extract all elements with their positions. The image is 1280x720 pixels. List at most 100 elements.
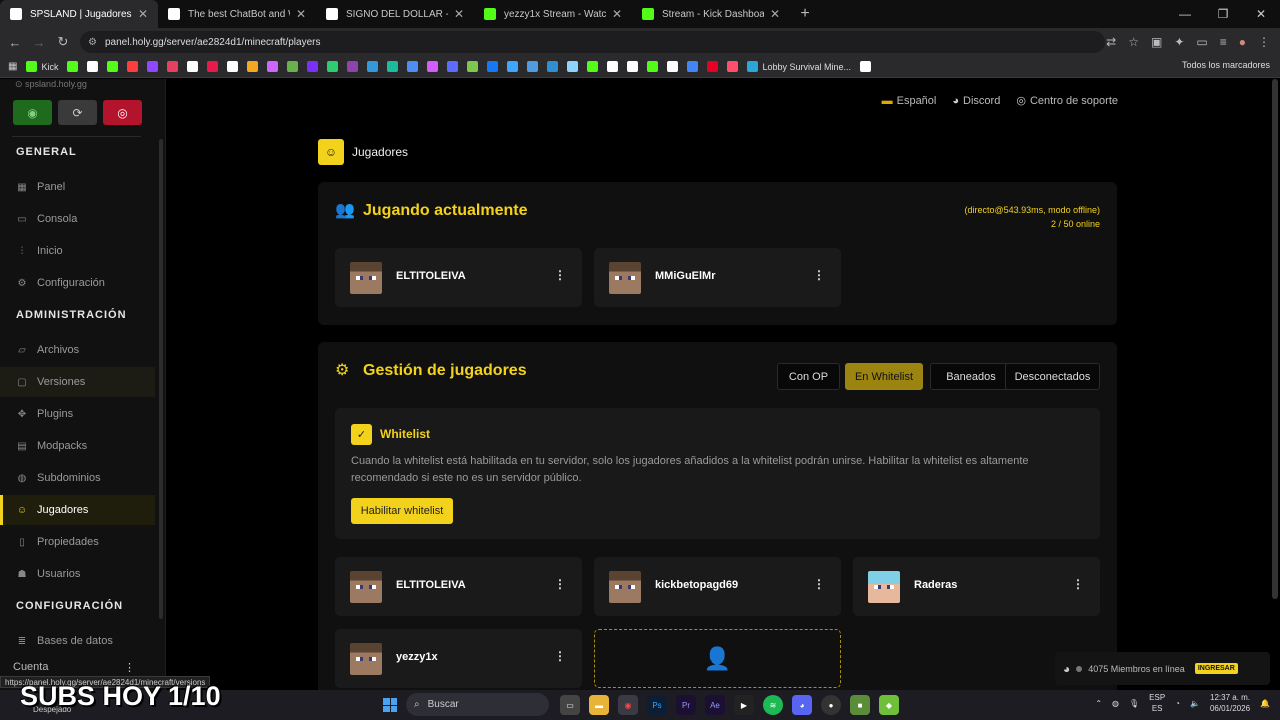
chevron-up-icon[interactable]: ⌃ <box>1095 699 1102 708</box>
microphone-icon[interactable]: 🎙 <box>1129 699 1139 708</box>
browser-tab[interactable]: Stream - Kick Dashboard ✕ <box>632 0 790 28</box>
bookmark-item[interactable] <box>547 61 559 72</box>
menu-icon[interactable]: ⋮ <box>1258 35 1270 49</box>
bookmark-item[interactable] <box>67 61 79 72</box>
bookmark-item[interactable] <box>347 61 359 72</box>
sidebar-item-archivos[interactable]: ▱ Archivos <box>0 335 155 365</box>
sidebar-item-subdominios[interactable]: ◍ Subdominios <box>0 463 155 493</box>
sidebar-item-bases-de-datos[interactable]: ≣ Bases de datos <box>0 626 155 656</box>
sidebar-item-propiedades[interactable]: ▯ Propiedades <box>0 527 155 557</box>
wifi-icon[interactable]: ◔ <box>1175 699 1180 708</box>
maximize-button[interactable]: ❐ <box>1204 0 1242 28</box>
close-icon[interactable]: ✕ <box>770 7 780 21</box>
filter-en-whitelist[interactable]: En Whitelist <box>845 363 923 390</box>
browser-tab[interactable]: yezzy1x Stream - Watch Live o ✕ <box>474 0 632 28</box>
browser-tab[interactable]: SPSLAND | Jugadores ✕ <box>0 0 158 28</box>
bookmark-item[interactable] <box>387 61 399 72</box>
bookmark-item[interactable] <box>567 61 579 72</box>
apps-grid-icon[interactable]: ▦ <box>8 61 17 72</box>
chrome-icon[interactable]: ◉ <box>618 695 638 715</box>
sidebar-item-modpacks[interactable]: ▤ Modpacks <box>0 431 155 461</box>
discord-link[interactable]: ◕ Discord <box>952 95 1000 107</box>
sidebar-scrollbar[interactable] <box>159 139 163 619</box>
bookmark-item[interactable] <box>107 61 119 72</box>
taskbar-search[interactable]: ⌕ Buscar <box>406 693 549 716</box>
sidepanel-icon[interactable]: ▭ <box>1196 35 1207 49</box>
sidebar-item-consola[interactable]: ▭ Consola <box>0 204 155 234</box>
kebab-icon[interactable]: ⋮ <box>124 661 135 674</box>
obs-icon[interactable]: ● <box>821 695 841 715</box>
forward-icon[interactable]: → <box>27 35 51 50</box>
bookmark-item[interactable] <box>167 61 179 72</box>
network-icon[interactable]: ◍ <box>1112 699 1119 708</box>
premiere-icon[interactable]: Pr <box>676 695 696 715</box>
spotify-icon[interactable]: ≋ <box>763 695 783 715</box>
url-bar[interactable]: ⚙ panel.holy.gg/server/ae2824d1/minecraf… <box>80 31 1105 53</box>
main-scrollbar[interactable] <box>1272 79 1278 599</box>
bookmark-item[interactable] <box>607 61 619 72</box>
star-icon[interactable]: ☆ <box>1128 35 1139 49</box>
add-player-button[interactable]: 👤 <box>594 629 841 688</box>
filter-desconectados[interactable]: Desconectados <box>1005 363 1100 390</box>
kebab-icon[interactable]: ⋮ <box>554 268 566 282</box>
player-card[interactable]: ELTITOLEIVA ⋮ <box>335 557 582 616</box>
stop-server-button[interactable]: ◎ <box>103 100 142 125</box>
reload-icon[interactable]: ↻ <box>51 34 75 50</box>
profile-avatar[interactable]: ● <box>1239 35 1246 49</box>
sidebar-item-usuarios[interactable]: ☗ Usuarios <box>0 559 155 589</box>
new-tab-button[interactable]: + <box>790 0 820 28</box>
bookmark-item[interactable]: Kick <box>26 61 58 72</box>
restart-server-button[interactable]: ⟳ <box>58 100 97 125</box>
close-window-button[interactable]: ✕ <box>1242 0 1280 28</box>
sidebar-item-panel[interactable]: ▦ Panel <box>0 172 155 202</box>
bookmark-item[interactable] <box>247 61 259 72</box>
player-card[interactable]: kickbetopagd69 ⋮ <box>594 557 841 616</box>
reading-list-icon[interactable]: ≡ <box>1220 35 1227 49</box>
clock[interactable]: 12:37 a. m. 06/01/2026 <box>1210 692 1250 714</box>
puzzle-icon[interactable]: ✦ <box>1174 35 1184 49</box>
close-icon[interactable]: ✕ <box>138 7 148 21</box>
notification-bell-icon[interactable]: 🔔 <box>1260 699 1270 708</box>
bookmark-item[interactable] <box>707 61 719 72</box>
bookmark-item[interactable] <box>227 61 239 72</box>
language-selector[interactable]: ▬ Español <box>882 95 937 107</box>
minecraft-launcher-icon[interactable]: ◆ <box>879 695 899 715</box>
sidebar-item-jugadores[interactable]: ☺ Jugadores <box>0 495 155 525</box>
bookmark-item[interactable] <box>467 61 479 72</box>
bookmark-item[interactable] <box>727 61 739 72</box>
after-effects-icon[interactable]: Ae <box>705 695 725 715</box>
bookmark-item[interactable] <box>667 61 679 72</box>
filter-baneados[interactable]: Baneados <box>930 363 1012 390</box>
kebab-icon[interactable]: ⋮ <box>813 577 825 591</box>
bookmark-item[interactable] <box>267 61 279 72</box>
enable-whitelist-button[interactable]: Habilitar whitelist <box>351 498 453 524</box>
close-icon[interactable]: ✕ <box>454 7 464 21</box>
capcut-icon[interactable]: ▶ <box>734 695 754 715</box>
minecraft-icon[interactable]: ■ <box>850 695 870 715</box>
bookmark-item[interactable] <box>327 61 339 72</box>
player-card[interactable]: ELTITOLEIVA ⋮ <box>335 248 582 307</box>
translate-icon[interactable]: ⇄ <box>1106 35 1116 49</box>
language-indicator[interactable]: ESP ES <box>1149 692 1165 714</box>
bookmark-item[interactable] <box>407 61 419 72</box>
photoshop-icon[interactable]: Ps <box>647 695 667 715</box>
site-info-icon[interactable]: ⚙ <box>88 37 97 48</box>
discord-app-icon[interactable]: ◕ <box>792 695 812 715</box>
discord-widget[interactable]: ◕ 4075 Miembros en línea INGRESAR <box>1055 652 1270 685</box>
sidebar-item-plugins[interactable]: ✥ Plugins <box>0 399 155 429</box>
browser-tab[interactable]: The best ChatBot and Widgets ✕ <box>158 0 316 28</box>
file-explorer-icon[interactable]: ▬ <box>589 695 609 715</box>
sidebar-item-configuración[interactable]: ⚙ Configuración <box>0 268 155 298</box>
player-card[interactable]: yezzy1x ⋮ <box>335 629 582 688</box>
close-icon[interactable]: ✕ <box>612 7 622 21</box>
bookmark-item[interactable] <box>527 61 539 72</box>
sidebar-item-versiones[interactable]: ▢ Versiones <box>0 367 155 397</box>
bookmark-item[interactable] <box>147 61 159 72</box>
minimize-button[interactable]: — <box>1166 0 1204 28</box>
bookmark-item[interactable] <box>587 61 599 72</box>
filter-con-op[interactable]: Con OP <box>777 363 840 390</box>
account-menu[interactable]: Cuenta ⋮ <box>0 657 155 677</box>
close-icon[interactable]: ✕ <box>296 7 306 21</box>
player-card[interactable]: MMiGuElMr ⋮ <box>594 248 841 307</box>
browser-tab[interactable]: SIGNO DEL DOLLAR - Buscar c ✕ <box>316 0 474 28</box>
